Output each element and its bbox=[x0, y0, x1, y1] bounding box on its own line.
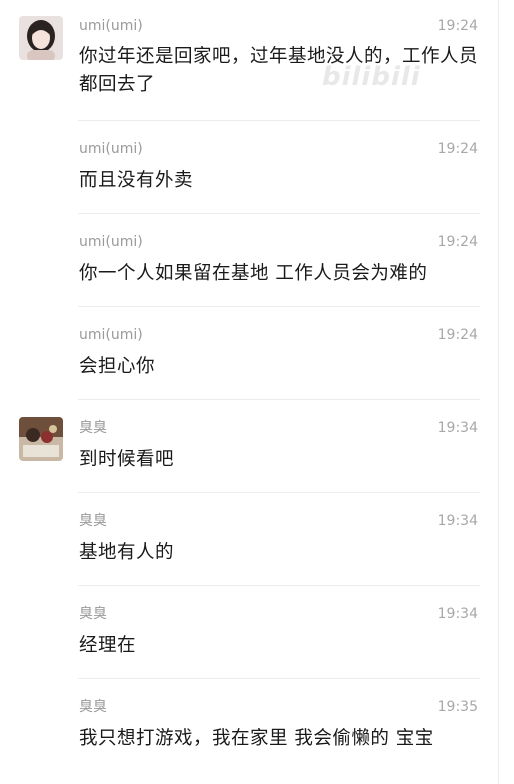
chat-history: umi(umi) 19:24 你过年还是回家吧，过年基地没人的，工作人员都回去了… bbox=[0, 0, 514, 784]
message-time: 19:24 bbox=[437, 327, 478, 343]
message-time: 19:24 bbox=[437, 18, 478, 34]
chat-message[interactable]: umi(umi) 19:24 而且没有外卖 bbox=[0, 121, 498, 213]
sender-name: 臭臭 bbox=[79, 513, 107, 529]
avatar-chouchou[interactable] bbox=[19, 417, 63, 461]
message-text: 你一个人如果留在基地 工作人员会为难的 bbox=[79, 263, 428, 284]
sender-name: umi(umi) bbox=[79, 327, 143, 343]
avatar-umi[interactable] bbox=[19, 16, 63, 60]
message-time: 19:34 bbox=[437, 513, 478, 529]
message-time: 19:35 bbox=[437, 699, 478, 715]
sender-name: umi(umi) bbox=[79, 234, 143, 250]
chat-message[interactable]: 臭臭 19:34 基地有人的 bbox=[0, 493, 498, 585]
message-text: 到时候看吧 bbox=[79, 449, 175, 470]
sender-name: 臭臭 bbox=[79, 420, 107, 436]
sender-name: umi(umi) bbox=[79, 141, 143, 157]
scroll-edge bbox=[498, 0, 499, 784]
sender-name: umi(umi) bbox=[79, 18, 143, 34]
sender-name: 臭臭 bbox=[79, 699, 107, 715]
chat-message[interactable]: umi(umi) 19:24 你一个人如果留在基地 工作人员会为难的 bbox=[0, 214, 498, 306]
message-text: 我只想打游戏，我在家里 我会偷懒的 宝宝 bbox=[79, 728, 434, 749]
message-time: 19:34 bbox=[437, 606, 478, 622]
message-text: 而且没有外卖 bbox=[79, 170, 194, 191]
chat-message[interactable]: 臭臭 19:34 到时候看吧 bbox=[0, 400, 498, 492]
message-text: 基地有人的 bbox=[79, 542, 175, 563]
bilibili-watermark: bilibili bbox=[322, 62, 421, 92]
chat-message[interactable]: 臭臭 19:35 我只想打游戏，我在家里 我会偷懒的 宝宝 bbox=[0, 679, 498, 784]
message-text: 经理在 bbox=[79, 635, 137, 656]
message-time: 19:34 bbox=[437, 420, 478, 436]
chat-message[interactable]: umi(umi) 19:24 会担心你 bbox=[0, 307, 498, 399]
sender-name: 臭臭 bbox=[79, 606, 107, 622]
message-time: 19:24 bbox=[437, 234, 478, 250]
message-time: 19:24 bbox=[437, 141, 478, 157]
chat-message[interactable]: umi(umi) 19:24 你过年还是回家吧，过年基地没人的，工作人员都回去了… bbox=[0, 0, 498, 120]
chat-message[interactable]: 臭臭 19:34 经理在 bbox=[0, 586, 498, 678]
message-text: 会担心你 bbox=[79, 356, 156, 377]
